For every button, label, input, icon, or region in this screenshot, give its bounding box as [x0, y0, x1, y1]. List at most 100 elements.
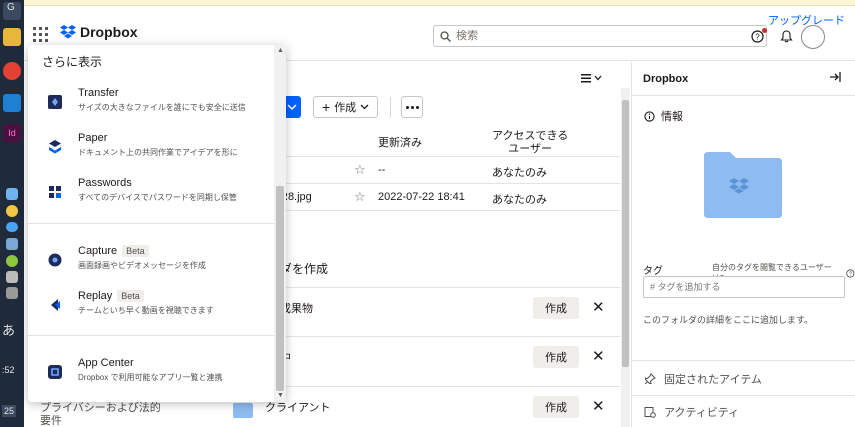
toolbar-divider: [390, 97, 391, 117]
menu-item-paper[interactable]: Paper ドキュメント上の共同作業でアイデアを形に: [28, 129, 274, 171]
search-input[interactable]: [456, 30, 766, 42]
clock-date: 25: [2, 405, 17, 417]
menu-item-title: Paper: [78, 132, 108, 144]
scroll-down-icon[interactable]: ▼: [277, 392, 284, 399]
bell-icon[interactable]: [780, 30, 793, 43]
plus-icon: +: [322, 99, 331, 115]
tray-cloud-icon[interactable]: [6, 222, 18, 232]
table-cell-updated: 2022-07-22 18:41: [378, 191, 465, 203]
tag-label: タグ: [643, 266, 663, 277]
tray-wifi-icon[interactable]: [6, 271, 18, 283]
folder-icon: [233, 403, 253, 418]
menu-item-title: Transfer: [78, 87, 119, 99]
avatar[interactable]: [801, 25, 825, 49]
transfer-icon: [44, 91, 66, 113]
suggested-folder-row: クライアント 作成 ✕: [265, 386, 620, 426]
more-actions-button[interactable]: [401, 96, 423, 118]
dropbox-logo[interactable]: Dropbox: [60, 24, 138, 40]
taskbar-label: G: [7, 2, 15, 13]
column-header-updated[interactable]: 更新済み: [378, 137, 422, 150]
info-label: 情報: [661, 111, 683, 123]
menu-item-desc: サイズの大きなファイルを誰にでも安全に送信: [78, 103, 246, 112]
pinned-items-section[interactable]: 固定されたアイテム: [644, 371, 762, 387]
menu-item-desc: ドキュメント上の共同作業でアイデアを形に: [78, 148, 238, 157]
table-cell-updated: --: [378, 164, 386, 176]
help-icon: ?: [846, 268, 855, 278]
suggested-folder-create-button[interactable]: 作成: [533, 297, 579, 319]
taskbar-indesign-icon[interactable]: Id: [3, 124, 21, 142]
ime-indicator[interactable]: あ: [2, 320, 15, 339]
view-options-icon[interactable]: [581, 72, 603, 84]
menu-item-desc: すべてのデバイスでパスワードを同期し保管: [78, 193, 237, 202]
suggested-folder-row: 中 作成 ✕: [280, 336, 620, 376]
tray-icon-3[interactable]: [6, 238, 18, 250]
app-grid-button[interactable]: [30, 24, 50, 44]
activity-icon: [644, 407, 656, 418]
dropbox-logo-icon: [60, 25, 76, 39]
privacy-link[interactable]: プライバシーおよび法的要件: [40, 402, 170, 427]
suggested-folder-create-button[interactable]: 作成: [533, 396, 579, 418]
create-button-label: 作成: [334, 102, 357, 114]
panel-divider: [632, 395, 855, 396]
taskbar-chrome-icon[interactable]: [3, 62, 21, 80]
table-cell-access: あなたのみ: [492, 194, 547, 206]
tray-icon-1[interactable]: [6, 188, 18, 200]
menu-item-replay[interactable]: Replay Beta チームといち早く動画を視聴できます: [28, 287, 274, 329]
tray-icon-2[interactable]: [6, 205, 18, 217]
info-section-header: 情報: [644, 108, 683, 124]
details-panel-title: Dropbox: [643, 73, 689, 85]
menu-item-desc: 画面録画やビデオメッセージを作成: [78, 261, 206, 270]
menu-item-title-text: Capture: [78, 245, 118, 257]
main-scrollbar-thumb[interactable]: [622, 100, 629, 367]
taskbar-folder-icon[interactable]: [3, 28, 21, 46]
beta-badge: Beta: [122, 245, 149, 257]
table-divider: [280, 210, 620, 211]
windows-taskbar: Id あ :52 25 G: [0, 0, 24, 427]
tray-icon-4[interactable]: [6, 255, 18, 267]
activity-section[interactable]: アクティビティ: [644, 404, 739, 420]
close-icon[interactable]: ✕: [592, 397, 605, 415]
tag-input[interactable]: [643, 276, 845, 298]
info-icon: [644, 110, 655, 122]
popup-scrollbar-thumb[interactable]: [276, 186, 284, 391]
panel-divider: [632, 360, 855, 361]
popup-header: さらに表示: [42, 55, 103, 69]
chevron-down-icon: [360, 104, 369, 110]
menu-item-transfer[interactable]: Transfer サイズの大きなファイルを誰にでも安全に送信: [28, 84, 274, 126]
star-icon[interactable]: ☆: [354, 189, 366, 205]
collapse-panel-icon[interactable]: [829, 71, 841, 83]
table-cell-access: あなたのみ: [492, 167, 547, 179]
close-icon[interactable]: ✕: [592, 298, 605, 316]
capture-icon: [44, 249, 66, 271]
menu-divider: [28, 223, 274, 224]
tray-volume-icon[interactable]: [6, 287, 18, 299]
search-icon: [440, 30, 451, 42]
menu-item-desc: Dropbox で利用可能なアプリ一覧と連携: [78, 373, 223, 382]
details-panel: Dropbox 情報 タグ 自分のタグを閲覧できるユーザーは？ ? このフォルダ…: [631, 62, 855, 427]
menu-item-passwords[interactable]: Passwords すべてのデバイスでパスワードを同期し保管: [28, 174, 274, 216]
svg-text:?: ?: [755, 33, 760, 42]
notification-dot: [762, 28, 767, 33]
app-center-icon: [44, 361, 66, 383]
taskbar-vscode-icon[interactable]: [3, 94, 21, 112]
suggested-folder-create-button[interactable]: 作成: [533, 346, 579, 368]
column-header-access[interactable]: アクセスできる ユーザー: [492, 130, 568, 156]
menu-item-desc: チームといち早く動画を視聴できます: [78, 306, 214, 315]
menu-item-capture[interactable]: Capture Beta 画面録画やビデオメッセージを作成: [28, 242, 274, 284]
scroll-up-icon[interactable]: ▲: [277, 47, 284, 54]
menu-item-app-center[interactable]: App Center Dropbox で利用可能なアプリ一覧と連携: [28, 354, 274, 396]
star-icon[interactable]: ☆: [354, 162, 366, 178]
folder-details-hint[interactable]: このフォルダの詳細をここに追加します。: [643, 313, 813, 326]
close-icon[interactable]: ✕: [592, 347, 605, 365]
pinned-items-label: 固定されたアイテム: [664, 374, 762, 386]
paper-icon: [44, 136, 66, 158]
svg-text:?: ?: [849, 271, 852, 277]
create-button[interactable]: + 作成: [313, 96, 379, 118]
panel-divider: [632, 95, 855, 96]
table-divider: [280, 183, 620, 184]
passwords-icon: [44, 181, 66, 203]
search-box[interactable]: [433, 25, 767, 47]
column-header-access-line2: ユーザー: [508, 143, 552, 155]
menu-item-title-text: Replay: [78, 290, 113, 302]
pin-icon: [644, 373, 656, 385]
